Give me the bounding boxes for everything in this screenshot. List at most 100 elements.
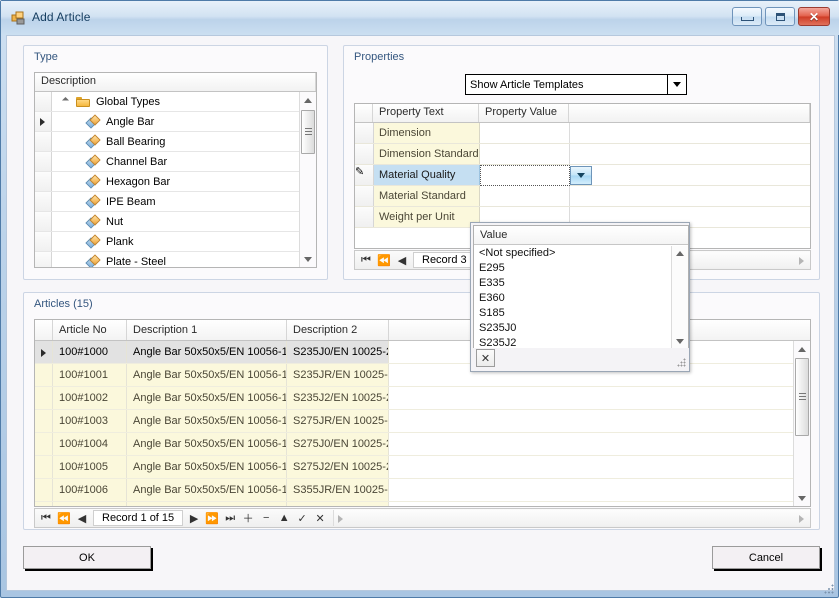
dropdown-item[interactable]: S235J0 bbox=[474, 321, 671, 336]
material-quality-editor[interactable] bbox=[480, 165, 592, 186]
property-value[interactable] bbox=[480, 123, 570, 143]
close-button[interactable]: ✕ bbox=[798, 7, 830, 26]
dropdown-clear-button[interactable]: ✕ bbox=[476, 349, 495, 367]
property-row-dimension[interactable]: Dimension bbox=[355, 123, 810, 144]
table-row[interactable]: 100#1007 Angle Bar 50x50x5/EN 10056-1 S3… bbox=[35, 502, 810, 506]
cell-description-1: Angle Bar 50x50x5/EN 10056-1 bbox=[127, 456, 287, 478]
material-quality-dropdown-popup[interactable]: Value <Not specified> E295 E335 E360 S18… bbox=[470, 222, 690, 372]
tree-node-plank[interactable]: Plank bbox=[35, 232, 316, 252]
table-row[interactable]: 100#1005 Angle Bar 50x50x5/EN 10056-1 S2… bbox=[35, 456, 810, 479]
tree-node-plate-steel[interactable]: Plate - Steel bbox=[35, 252, 316, 267]
articles-grid[interactable]: Article No Description 1 Description 2 1… bbox=[34, 319, 811, 507]
scroll-up-icon[interactable] bbox=[300, 92, 316, 108]
nav-post-button[interactable]: ✓ bbox=[293, 509, 311, 527]
cell-description-2: S235JR/EN 10025-2 bbox=[287, 364, 389, 386]
column-property-text[interactable]: Property Text bbox=[373, 104, 479, 122]
property-value[interactable] bbox=[480, 186, 570, 206]
nav-first-button[interactable]: ⏮ bbox=[37, 509, 55, 527]
tree-node-label: Plank bbox=[106, 235, 134, 248]
dropdown-resize-gripper[interactable] bbox=[677, 358, 686, 367]
tree-node-content: Hexagon Bar bbox=[52, 173, 170, 189]
row-indicator bbox=[35, 341, 53, 363]
article-type-icon bbox=[85, 113, 101, 129]
property-row-dimension-standard[interactable]: Dimension Standard bbox=[355, 144, 810, 165]
tree-node-ball-bearing[interactable]: Ball Bearing bbox=[35, 132, 316, 152]
articles-vertical-scrollbar[interactable] bbox=[793, 341, 810, 506]
column-article-no[interactable]: Article No bbox=[53, 320, 127, 340]
nav-first-button[interactable]: ⏮ bbox=[357, 251, 375, 269]
dropdown-item[interactable]: E360 bbox=[474, 291, 671, 306]
cell-description-1: Angle Bar 50x50x5/EN 10056-1 bbox=[127, 479, 287, 501]
nav-prev-button[interactable]: ◀ bbox=[73, 509, 91, 527]
add-article-window: Add Article ✕ Type Description Global Ty… bbox=[0, 0, 839, 598]
dropdown-item[interactable]: E335 bbox=[474, 276, 671, 291]
dropdown-item[interactable]: S185 bbox=[474, 306, 671, 321]
nav-prev-page-button[interactable]: ⏪ bbox=[375, 251, 393, 269]
chevron-down-icon bbox=[577, 173, 585, 178]
nav-edit-button[interactable]: ▲ bbox=[275, 509, 293, 527]
type-tree-vertical-scrollbar[interactable] bbox=[299, 92, 316, 267]
title-bar: Add Article ✕ bbox=[1, 1, 839, 35]
tree-node-ipe-beam[interactable]: IPE Beam bbox=[35, 192, 316, 212]
scroll-up-icon[interactable] bbox=[794, 341, 810, 357]
minimize-button[interactable] bbox=[732, 7, 762, 26]
column-property-value[interactable]: Property Value bbox=[479, 104, 569, 122]
scrollbar-thumb[interactable] bbox=[795, 358, 809, 436]
tree-node-channel-bar[interactable]: Channel Bar bbox=[35, 152, 316, 172]
nav-prev-button[interactable]: ◀ bbox=[393, 251, 411, 269]
type-tree-grid[interactable]: Description Global Types Angle Bar Ball … bbox=[34, 72, 317, 268]
dropdown-item[interactable]: E295 bbox=[474, 261, 671, 276]
tree-node-nut[interactable]: Nut bbox=[35, 212, 316, 232]
table-row[interactable]: 100#1002 Angle Bar 50x50x5/EN 10056-1 S2… bbox=[35, 387, 810, 410]
nav-remove-button[interactable]: − bbox=[257, 509, 275, 527]
type-column-description[interactable]: Description bbox=[35, 73, 316, 91]
dropdown-vertical-scrollbar[interactable] bbox=[671, 246, 688, 349]
articles-navigator[interactable]: ⏮ ⏪ ◀ Record 1 of 15 ▶ ⏩ ⏭ ＋ − ▲ ✓ ✕ bbox=[34, 508, 811, 528]
cell-filler bbox=[389, 433, 810, 455]
scroll-down-icon[interactable] bbox=[794, 490, 810, 506]
dropdown-list-grid[interactable]: Value <Not specified> E295 E335 E360 S18… bbox=[473, 225, 689, 350]
column-description-2[interactable]: Description 2 bbox=[287, 320, 389, 340]
tree-node-hexagon-bar[interactable]: Hexagon Bar bbox=[35, 172, 316, 192]
cancel-button[interactable]: Cancel bbox=[712, 546, 820, 569]
property-row-material-standard[interactable]: Material Standard bbox=[355, 186, 810, 207]
cell-article-no: 100#1000 bbox=[53, 341, 127, 363]
collapse-triangle-icon[interactable] bbox=[62, 96, 73, 107]
nav-next-page-button[interactable]: ⏩ bbox=[203, 509, 221, 527]
articles-record-label: Record 1 of 15 bbox=[93, 510, 184, 526]
scroll-down-icon[interactable] bbox=[672, 334, 688, 349]
column-description-1[interactable]: Description 1 bbox=[127, 320, 287, 340]
table-row[interactable]: 100#1001 Angle Bar 50x50x5/EN 10056-1 S2… bbox=[35, 364, 810, 387]
row-filler bbox=[570, 186, 810, 206]
dropdown-item[interactable]: <Not specified> bbox=[474, 246, 671, 261]
dropdown-column-value[interactable]: Value bbox=[474, 226, 688, 245]
row-indicator bbox=[35, 387, 53, 409]
material-quality-dropdown-button[interactable] bbox=[570, 166, 592, 185]
scrollbar-thumb[interactable] bbox=[301, 110, 315, 154]
nav-cancel-button[interactable]: ✕ bbox=[311, 509, 329, 527]
table-row[interactable]: 100#1003 Angle Bar 50x50x5/EN 10056-1 S2… bbox=[35, 410, 810, 433]
nav-next-button[interactable]: ▶ bbox=[185, 509, 203, 527]
scroll-up-icon[interactable] bbox=[672, 246, 688, 261]
article-boxes-icon bbox=[11, 10, 27, 26]
window-resize-gripper[interactable] bbox=[824, 584, 834, 594]
table-row[interactable]: 100#1000 Angle Bar 50x50x5/EN 10056-1 S2… bbox=[35, 341, 810, 364]
window-title: Add Article bbox=[32, 10, 91, 24]
article-template-combobox[interactable]: Show Article Templates bbox=[465, 74, 687, 95]
tree-node-angle-bar[interactable]: Angle Bar bbox=[35, 112, 316, 132]
table-row[interactable]: 100#1004 Angle Bar 50x50x5/EN 10056-1 S2… bbox=[35, 433, 810, 456]
articles-horizontal-scrollbar[interactable] bbox=[333, 510, 810, 526]
tree-node-global-types[interactable]: Global Types bbox=[35, 92, 316, 112]
row-filler bbox=[570, 144, 810, 164]
maximize-button[interactable] bbox=[765, 7, 795, 26]
property-row-material-quality[interactable]: ✎ Material Quality bbox=[355, 165, 810, 186]
scroll-down-icon[interactable] bbox=[300, 251, 316, 267]
nav-add-button[interactable]: ＋ bbox=[239, 509, 257, 527]
table-row[interactable]: 100#1006 Angle Bar 50x50x5/EN 10056-1 S3… bbox=[35, 479, 810, 502]
cell-article-no: 100#1003 bbox=[53, 410, 127, 432]
property-value[interactable] bbox=[480, 144, 570, 164]
nav-prev-page-button[interactable]: ⏪ bbox=[55, 509, 73, 527]
article-template-dropdown-button[interactable] bbox=[667, 75, 686, 94]
ok-button[interactable]: OK bbox=[23, 546, 151, 569]
nav-last-button[interactable]: ⏭ bbox=[221, 509, 239, 527]
